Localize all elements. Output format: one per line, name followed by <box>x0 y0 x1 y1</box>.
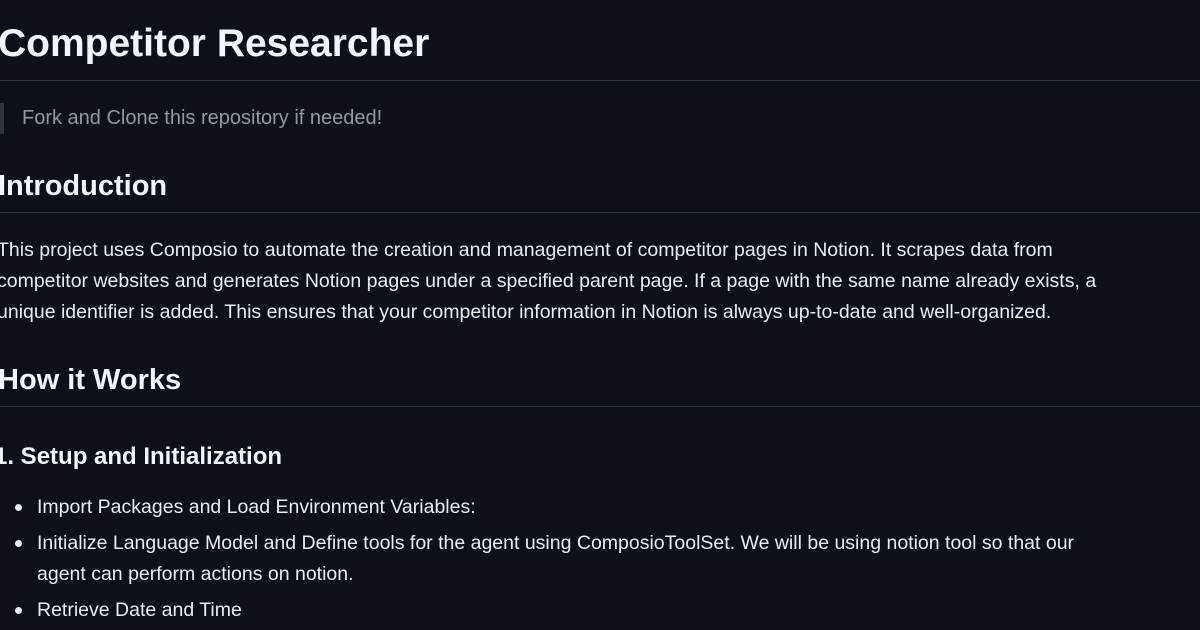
list-item: Retrieve Date and Time <box>0 595 1200 626</box>
introduction-paragraph: This project uses Composio to automate t… <box>0 235 1197 328</box>
bullet-icon <box>15 504 22 511</box>
heading-setup-and-initialization: 1. Setup and Initialization <box>0 443 283 470</box>
title-divider <box>0 80 1200 81</box>
how-it-works-divider <box>0 406 1200 407</box>
blockquote-note: Fork and Clone this repository if needed… <box>0 103 382 134</box>
heading-how-it-works: How it Works <box>0 364 182 396</box>
setup-steps-list: Import Packages and Load Environment Var… <box>0 492 1200 630</box>
readme-content: Competitor Researcher Fork and Clone thi… <box>0 0 1200 630</box>
heading-introduction: Introduction <box>0 170 168 202</box>
list-item-text: Retrieve Date and Time <box>37 599 242 621</box>
bullet-icon <box>15 607 22 614</box>
introduction-line: unique identifier is added. This ensures… <box>0 301 1052 323</box>
list-item-text: Initialize Language Model and Define too… <box>37 532 1075 554</box>
list-item-text: Import Packages and Load Environment Var… <box>37 496 476 518</box>
bullet-icon <box>15 540 22 547</box>
introduction-line: This project uses Composio to automate t… <box>0 239 1053 261</box>
list-item: Initialize Language Model and Define too… <box>0 528 1200 590</box>
list-item: Import Packages and Load Environment Var… <box>0 492 1200 523</box>
page-title: Competitor Researcher <box>0 22 430 65</box>
introduction-line: competitor websites and generates Notion… <box>0 270 1097 292</box>
introduction-divider <box>0 212 1200 213</box>
list-item-text: agent can perform actions on notion. <box>37 563 354 585</box>
